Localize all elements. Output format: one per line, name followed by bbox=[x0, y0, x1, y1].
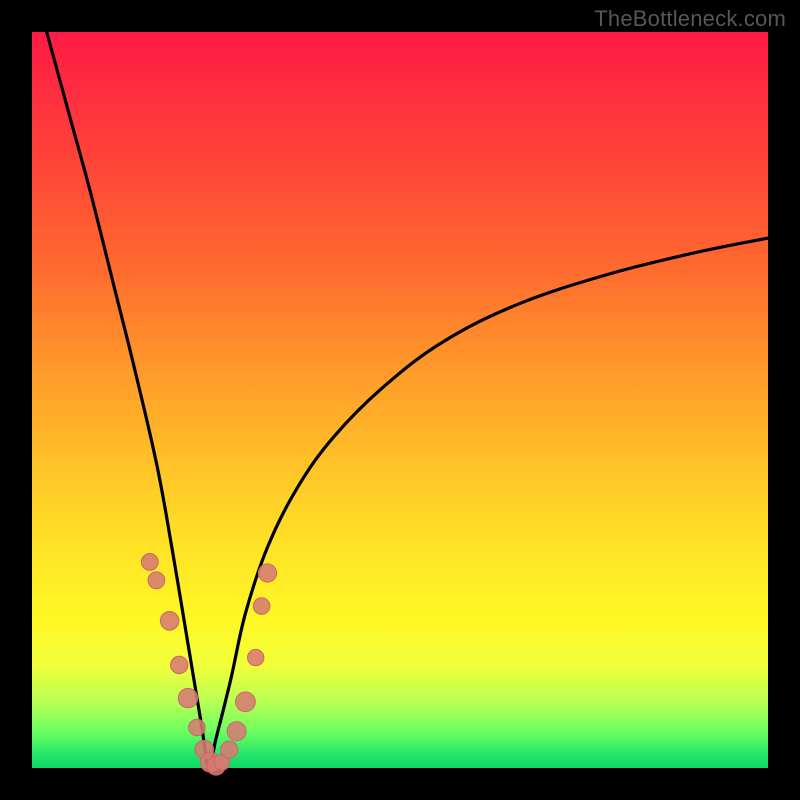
curve-marker bbox=[258, 564, 276, 582]
curve-marker bbox=[160, 612, 179, 631]
watermark-text: TheBottleneck.com bbox=[594, 6, 786, 32]
plot-area bbox=[32, 32, 768, 768]
curve-marker bbox=[248, 649, 264, 665]
bottleneck-curve bbox=[47, 32, 768, 768]
curve-marker bbox=[189, 719, 206, 736]
curve-marker bbox=[178, 688, 197, 707]
chart-frame: TheBottleneck.com bbox=[0, 0, 800, 800]
curve-marker bbox=[171, 656, 188, 673]
curve-marker bbox=[141, 554, 158, 571]
curve-markers bbox=[141, 554, 276, 776]
curve-marker bbox=[236, 692, 256, 712]
curve-marker bbox=[221, 741, 238, 758]
curve-marker bbox=[148, 572, 165, 589]
curve-marker bbox=[227, 722, 246, 741]
curve-layer bbox=[32, 32, 768, 768]
curve-marker bbox=[253, 598, 270, 615]
